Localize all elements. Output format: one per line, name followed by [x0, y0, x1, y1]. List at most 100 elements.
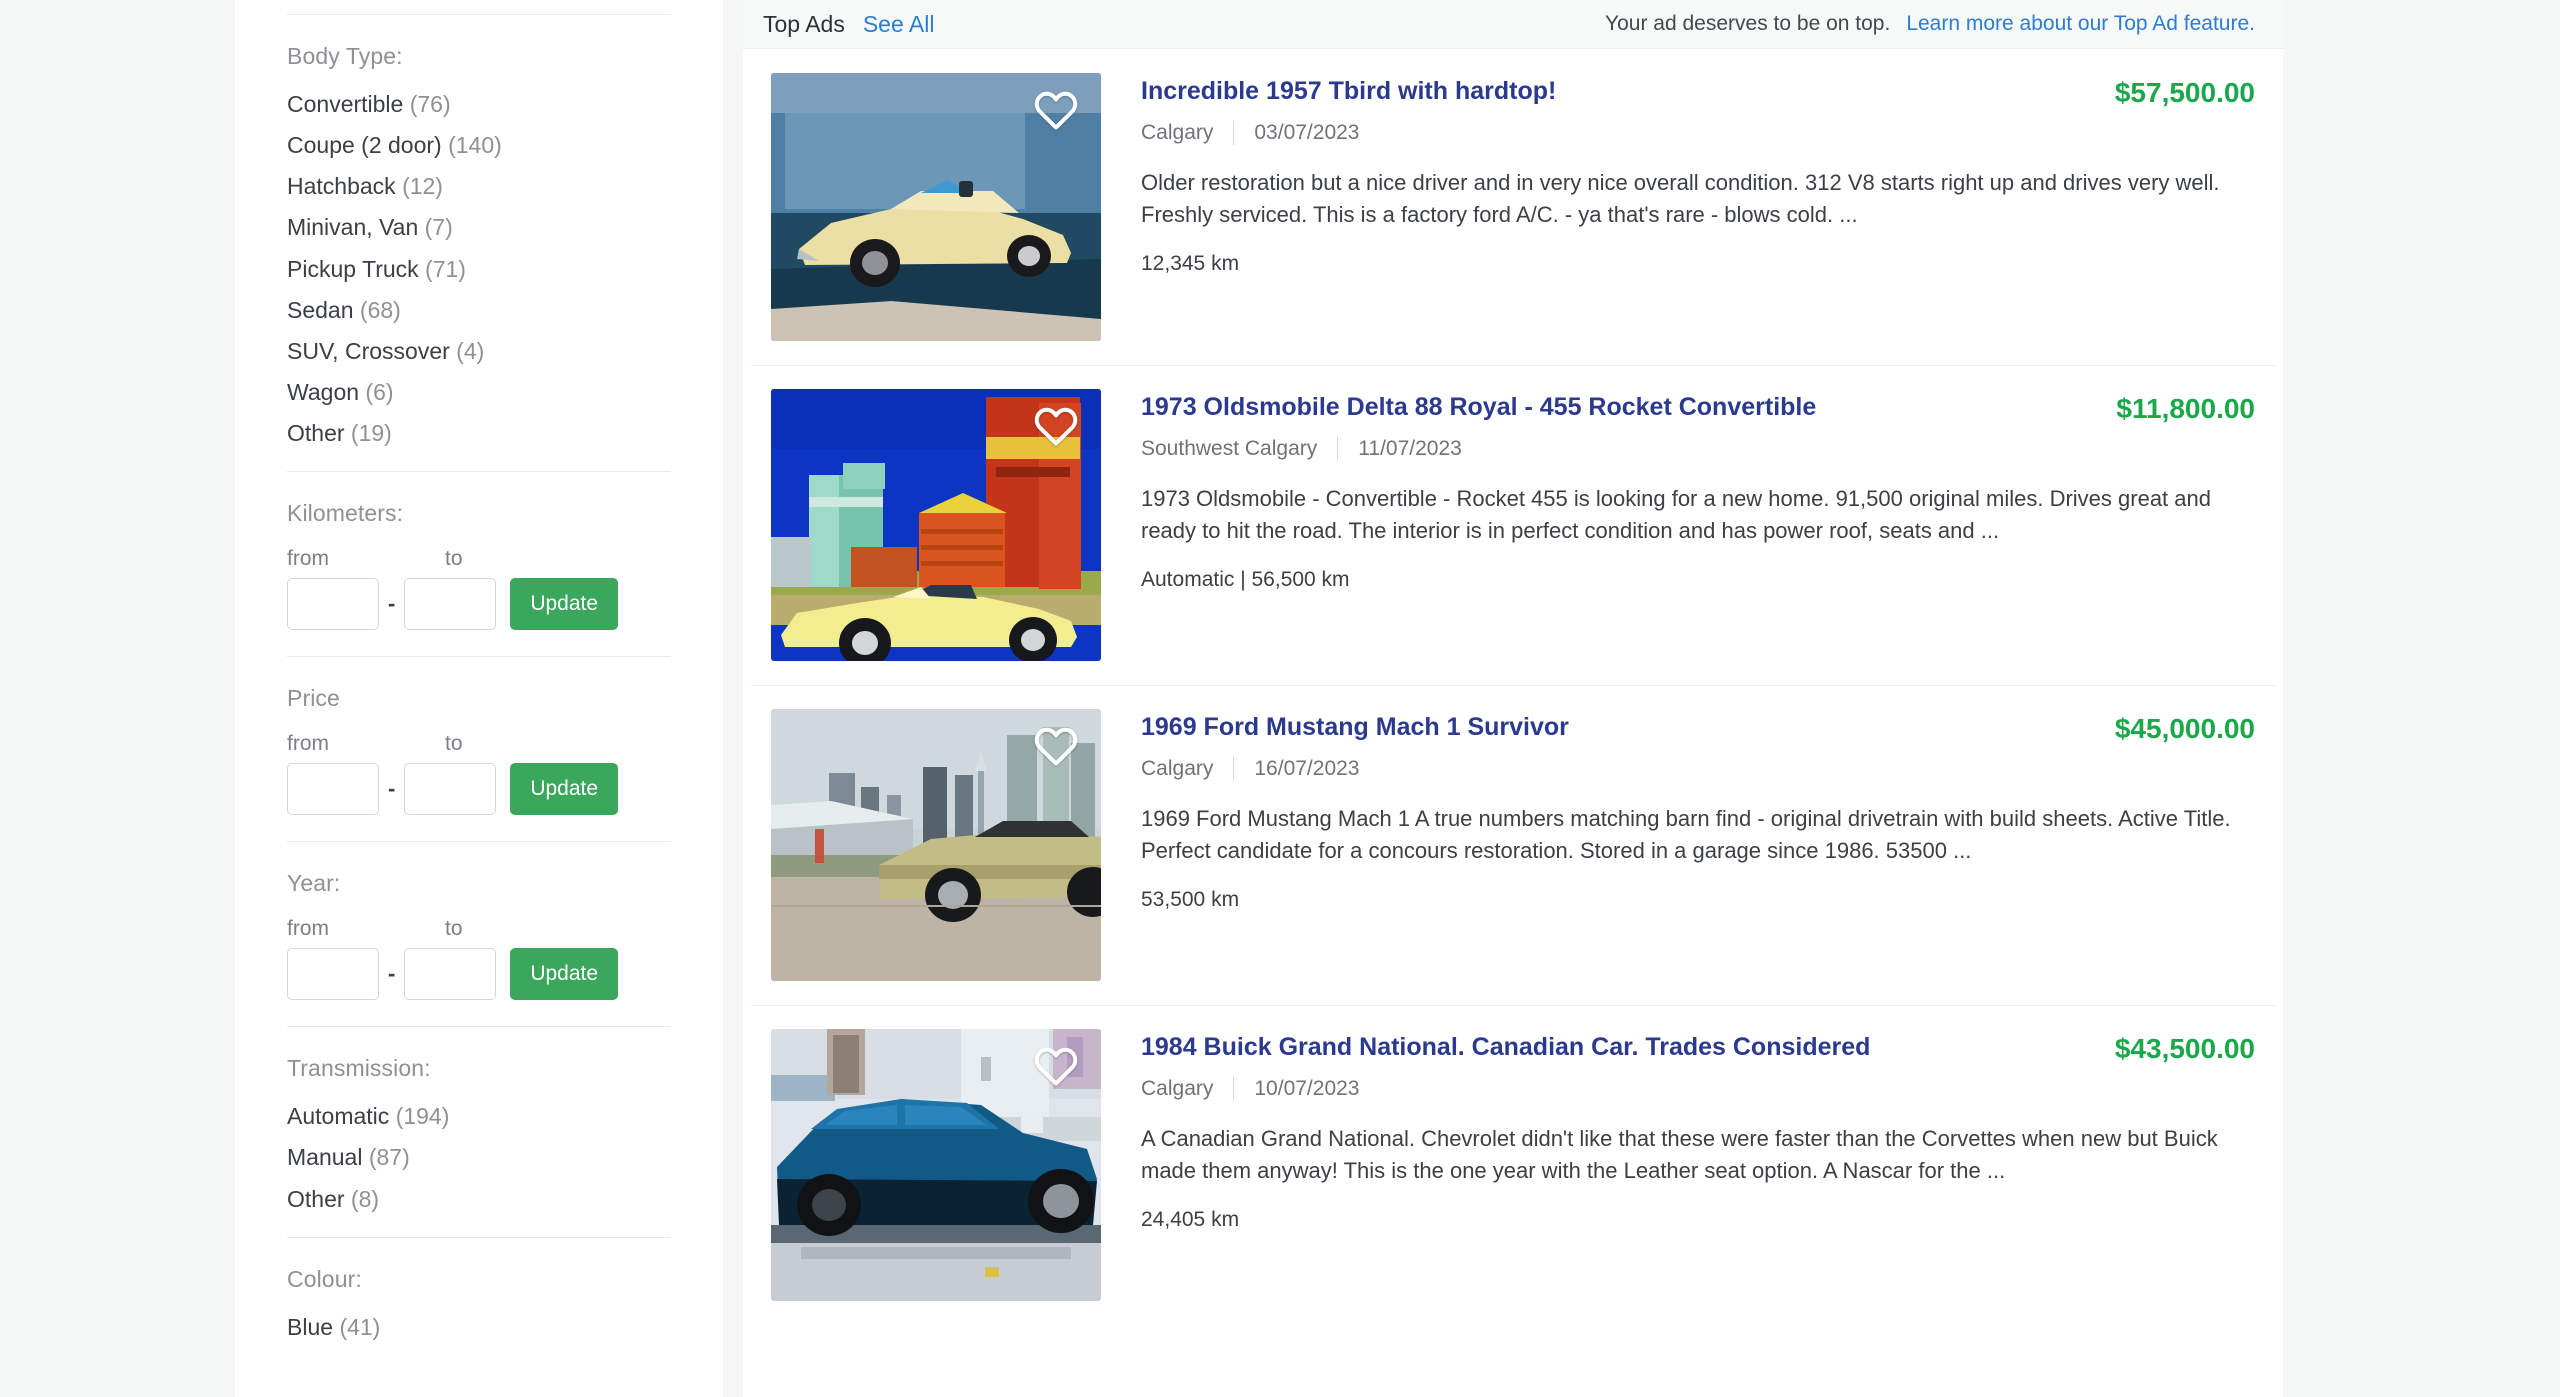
filter-section-colour: Colour: Blue (41)	[287, 1238, 671, 1365]
heart-icon[interactable]	[1033, 405, 1079, 447]
heart-icon[interactable]	[1033, 725, 1079, 767]
listing-specs: 53,500 km	[1141, 888, 1240, 912]
middle-gutter	[723, 0, 743, 1397]
price-update-button[interactable]: Update	[510, 763, 619, 816]
filter-option-coupe-2-door[interactable]: Coupe (2 door) (140)	[287, 133, 671, 157]
filter-option-other-transmission[interactable]: Other (8)	[287, 1185, 671, 1212]
see-all-link[interactable]: See All	[863, 11, 935, 38]
filter-option-label: Manual	[287, 1144, 363, 1171]
range-row-price: - Update	[287, 763, 671, 816]
listing-item[interactable]: 1984 Buick Grand National. Canadian Car.…	[743, 1005, 2283, 1325]
listing-content: Incredible 1957 Tbird with hardtop! $57,…	[1101, 73, 2255, 341]
top-ads-right: Your ad deserves to be on top. Learn mor…	[1605, 12, 2255, 36]
listing-date: 10/07/2023	[1254, 1077, 1360, 1100]
heart-icon[interactable]	[1033, 1045, 1079, 1087]
listing-title[interactable]: 1973 Oldsmobile Delta 88 Royal - 455 Roc…	[1141, 393, 2116, 422]
learn-more-link[interactable]: Learn more about our Top Ad feature.	[1906, 12, 2255, 36]
listing-thumbnail[interactable]	[771, 709, 1101, 981]
filter-option-label: Other	[287, 420, 345, 447]
filter-option-count: (140)	[448, 132, 502, 159]
listing-item[interactable]: 1973 Oldsmobile Delta 88 Royal - 455 Roc…	[743, 365, 2283, 685]
listing-location: Southwest Calgary	[1141, 437, 1318, 460]
kilometers-from-input[interactable]	[287, 578, 379, 631]
listing-title[interactable]: Incredible 1957 Tbird with hardtop!	[1141, 77, 2115, 106]
price-to-input[interactable]	[404, 763, 497, 816]
top-ad-note: Your ad deserves to be on top.	[1605, 12, 1891, 35]
filter-heading-year: Year:	[287, 870, 341, 897]
filter-option-wagon[interactable]: Wagon (6)	[287, 380, 671, 404]
listing-date: 16/07/2023	[1254, 757, 1360, 780]
kilometers-to-input[interactable]	[404, 578, 497, 631]
filter-option-manual[interactable]: Manual (87)	[287, 1145, 671, 1169]
listing-title-row: Incredible 1957 Tbird with hardtop! $57,…	[1141, 77, 2255, 109]
range-row-year: - Update	[287, 948, 671, 1001]
listing-title-row: 1969 Ford Mustang Mach 1 Survivor $45,00…	[1141, 713, 2255, 745]
listing-title[interactable]: 1984 Buick Grand National. Canadian Car.…	[1141, 1033, 2115, 1062]
filter-heading-transmission: Transmission:	[287, 1055, 431, 1082]
listing-price: $45,000.00	[2114, 713, 2255, 744]
meta-divider	[1233, 121, 1235, 145]
listing-date: 11/07/2023	[1358, 437, 1462, 460]
filter-heading-body-type: Body Type:	[287, 43, 403, 69]
heart-icon[interactable]	[1033, 89, 1079, 131]
filter-section-kilometers: Kilometers: from to - Update	[287, 472, 671, 656]
filter-option-automatic[interactable]: Automatic (194)	[287, 1104, 671, 1128]
listing-description: A Canadian Grand National. Chevrolet did…	[1141, 1126, 2218, 1183]
filter-heading-kilometers: Kilometers:	[287, 500, 404, 527]
listing-description: Older restoration but a nice driver and …	[1141, 170, 2220, 227]
listing-price: $11,800.00	[2116, 393, 2255, 424]
filter-option-sedan[interactable]: Sedan (68)	[287, 298, 671, 322]
clipped-link-area	[287, 0, 671, 14]
filter-option-hatchback[interactable]: Hatchback (12)	[287, 174, 671, 198]
filter-option-label: Convertible	[287, 91, 404, 117]
filter-option-pickup-truck[interactable]: Pickup Truck (71)	[287, 255, 671, 282]
listing-thumbnail[interactable]	[771, 389, 1101, 661]
filter-option-count: (19)	[350, 420, 392, 447]
listing-location: Calgary	[1141, 1077, 1214, 1100]
listing-thumbnail[interactable]	[771, 73, 1101, 341]
listing-location: Calgary	[1141, 121, 1214, 144]
filters-sidebar: Body Type: Convertible (76) Coupe (2 doo…	[235, 0, 723, 1397]
meta-divider	[1233, 1077, 1235, 1101]
filter-option-other-body[interactable]: Other (19)	[287, 421, 671, 445]
top-ads-left: Top Ads See All	[763, 11, 934, 38]
filter-option-count: (6)	[365, 378, 394, 405]
filter-option-count: (71)	[425, 255, 466, 282]
filter-heading-price: Price	[287, 685, 340, 712]
listing-thumbnail[interactable]	[771, 1029, 1101, 1301]
filter-option-count: (7)	[424, 214, 453, 241]
range-label-to: to	[445, 917, 463, 941]
top-ads-bar: Top Ads See All Your ad deserves to be o…	[743, 0, 2283, 49]
filter-section-year: Year: from to - Update	[287, 842, 671, 1026]
filter-option-suv-crossover[interactable]: SUV, Crossover (4)	[287, 339, 671, 363]
year-update-button[interactable]: Update	[510, 948, 619, 1001]
range-label-to: to	[445, 547, 463, 571]
filter-option-label: Other	[287, 1185, 345, 1212]
filter-option-label: Coupe (2 door)	[287, 132, 442, 159]
listing-title[interactable]: 1969 Ford Mustang Mach 1 Survivor	[1141, 713, 2115, 742]
filter-option-minivan-van[interactable]: Minivan, Van (7)	[287, 215, 671, 239]
year-to-input[interactable]	[404, 948, 497, 1001]
filter-option-label: Sedan	[287, 296, 354, 323]
listing-item[interactable]: Incredible 1957 Tbird with hardtop! $57,…	[743, 49, 2283, 365]
listing-meta: Calgary 03/07/2023	[1141, 121, 2255, 145]
range-label-to: to	[445, 732, 463, 756]
top-ads-title: Top Ads	[763, 10, 845, 37]
kilometers-update-button[interactable]: Update	[510, 578, 619, 631]
filter-option-count: (87)	[368, 1144, 410, 1171]
filter-option-count: (76)	[409, 91, 451, 117]
listing-title-row: 1984 Buick Grand National. Canadian Car.…	[1141, 1033, 2255, 1065]
year-from-input[interactable]	[287, 948, 379, 1001]
listing-item[interactable]: 1969 Ford Mustang Mach 1 Survivor $45,00…	[743, 685, 2283, 1005]
filter-section-body-type: Body Type: Convertible (76) Coupe (2 doo…	[287, 15, 671, 471]
range-label-from: from	[287, 547, 329, 571]
filter-option-count: (4)	[456, 337, 485, 364]
listing-meta: Southwest Calgary 11/07/2023	[1141, 437, 2255, 461]
filter-section-transmission: Transmission: Automatic (194) Manual (87…	[287, 1027, 671, 1236]
search-results-page: Body Type: Convertible (76) Coupe (2 doo…	[0, 0, 2560, 1397]
filter-option-blue[interactable]: Blue (41)	[287, 1315, 671, 1339]
filter-option-convertible[interactable]: Convertible (76)	[287, 92, 671, 116]
price-from-input[interactable]	[287, 763, 379, 816]
range-dash: -	[388, 776, 396, 802]
filter-option-label: Minivan, Van	[287, 214, 419, 241]
